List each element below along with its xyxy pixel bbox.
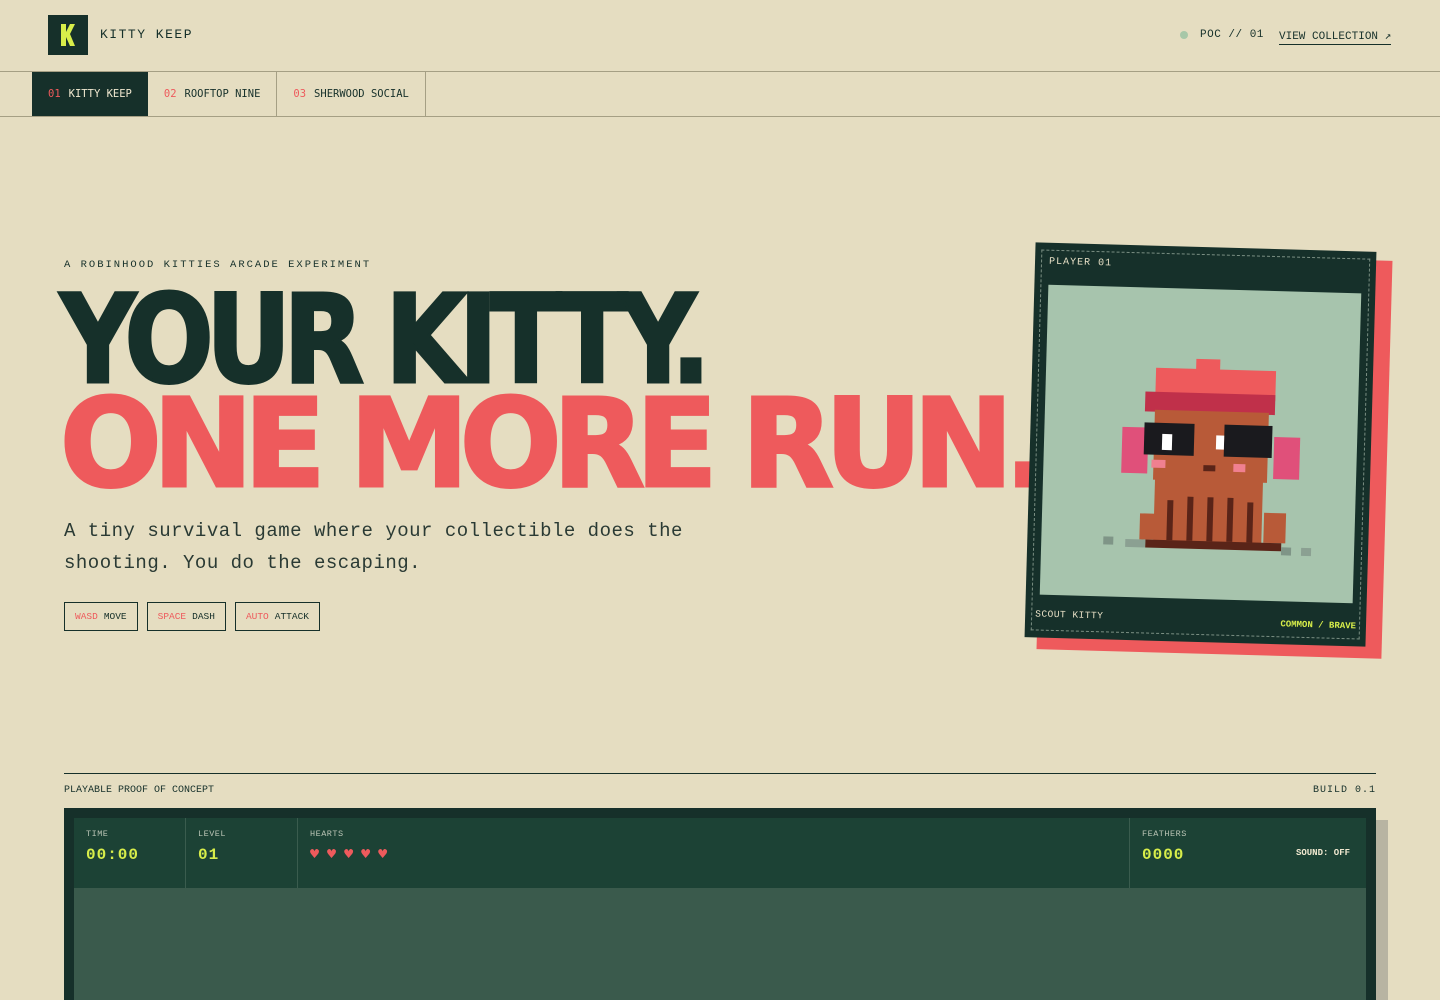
game-window[interactable]: TIME 00:00 LEVEL 01 HEARTS ♥ ♥ ♥ ♥ ♥ FEA… [64,808,1376,1000]
tab-number: 03 [293,88,307,100]
control-action: ATTACK [274,611,309,622]
pixel-kitty-icon [1103,358,1312,557]
tab-kitty-keep[interactable]: 01 KITTY KEEP [32,72,148,116]
build-label: BUILD 0.1 [1312,785,1376,796]
section-divider [64,773,1376,774]
heart-icon: ♥ [310,845,320,863]
top-bar: KITTY KEEP POC // 01 VIEW COLLECTION ↗ [0,0,1440,72]
tab-sherwood-social[interactable]: 03 SHERWOOD SOCIAL [277,72,426,116]
heart-icon: ♥ [344,845,354,863]
hud-hearts: HEARTS ♥ ♥ ♥ ♥ ♥ [298,818,1130,888]
hud-time-value: 00:00 [86,846,140,864]
section-label: PLAYABLE PROOF OF CONCEPT [64,785,215,796]
heart-icon: ♥ [361,845,371,863]
kitty-portrait [1039,284,1362,604]
control-chip-move[interactable]: WASD MOVE [64,602,138,631]
hud-level-value: 01 [198,846,220,864]
tabs-divider [0,116,1440,117]
game-arena[interactable] [74,888,1366,1000]
hud-feathers-label: FEATHERS [1142,829,1187,839]
player-card[interactable]: PLAYER 01 SCOUT KITTY COMMON / BRAVE [1024,242,1377,647]
control-chip-attack[interactable]: AUTO ATTACK [234,602,320,631]
card-player-label: PLAYER 01 [1048,256,1113,270]
tab-number: 02 [163,88,177,100]
hud-level: LEVEL 01 [186,818,298,888]
controls-list: WASD MOVE SPACE DASH AUTO ATTACK [64,602,320,631]
heart-icon: ♥ [327,845,337,863]
hearts-row: ♥ ♥ ♥ ♥ ♥ [310,845,1117,863]
hud-feathers: FEATHERS 0000 SOUND: OFF [1130,818,1366,888]
tab-label: ROOFTOP NINE [184,88,261,100]
hud-time-label: TIME [86,829,109,839]
brand-name: KITTY KEEP [100,27,194,42]
hero-subtitle: A tiny survival game where your collecti… [64,520,683,574]
card-rarity: COMMON / BRAVE [1280,619,1357,632]
status-dot-icon [1180,31,1188,39]
hud-level-label: LEVEL [198,829,227,839]
game-hud: TIME 00:00 LEVEL 01 HEARTS ♥ ♥ ♥ ♥ ♥ FEA… [74,818,1366,888]
tab-label: SHERWOOD SOCIAL [314,88,409,100]
logo-k-icon [61,24,75,46]
logo[interactable] [48,15,88,55]
card-kitty-name: SCOUT KITTY [1035,608,1104,622]
hud-hearts-label: HEARTS [310,829,344,839]
headline-line-2: ONE MORE RUN. [59,373,1052,515]
control-chip-dash[interactable]: SPACE DASH [146,602,226,631]
status-text: POC // 01 [1200,29,1264,41]
view-collection-link[interactable]: VIEW COLLECTION ↗ [1279,29,1392,45]
project-tabs: 01 KITTY KEEP 02 ROOFTOP NINE 03 SHERWOO… [32,72,426,116]
sound-toggle[interactable]: SOUND: OFF [1296,848,1350,858]
control-key: AUTO [245,611,269,622]
control-action: DASH [192,611,215,622]
heart-icon: ♥ [378,845,388,863]
tab-label: KITTY KEEP [68,88,132,100]
tab-rooftop-nine[interactable]: 02 ROOFTOP NINE [148,72,278,116]
control-key: SPACE [157,611,187,622]
control-key: WASD [75,611,98,622]
control-action: MOVE [103,611,127,622]
hud-time: TIME 00:00 [74,818,186,888]
tab-number: 01 [48,88,61,100]
